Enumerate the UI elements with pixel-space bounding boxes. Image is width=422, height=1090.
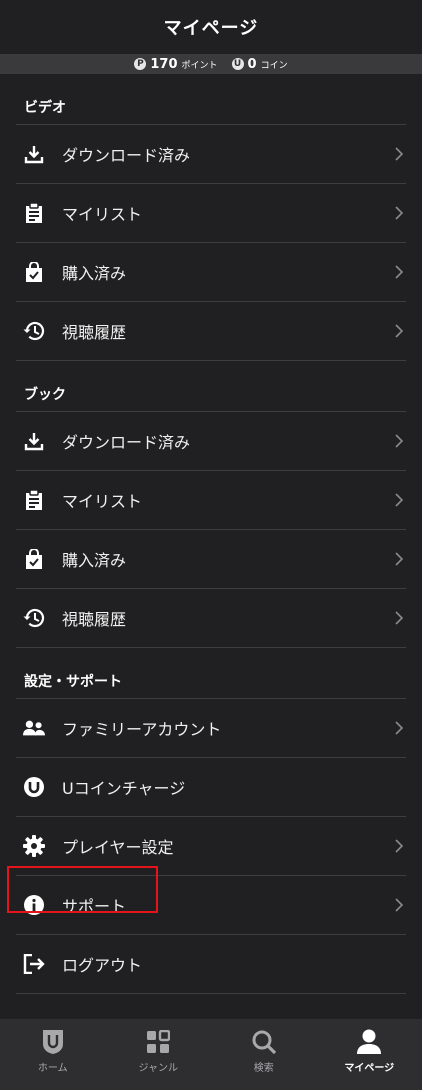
points-balance: P 170 ポイント	[134, 56, 218, 72]
row-label: 視聴履歴	[62, 610, 127, 629]
book-download-row[interactable]: ダウンロード済み	[16, 411, 406, 470]
row-label: プレイヤー設定	[62, 838, 174, 857]
logout-row[interactable]: ログアウト	[16, 934, 406, 994]
tab-label: ジャンル	[138, 1063, 179, 1074]
row-label: ファミリーアカウント	[62, 720, 222, 739]
u-coin-charge-row[interactable]: Uコインチャージ	[16, 757, 406, 816]
video-purchased-row[interactable]: 購入済み	[16, 242, 406, 301]
section-title-book: ブック	[24, 387, 66, 403]
chevron-right-icon	[395, 552, 404, 566]
coin-icon: U	[231, 58, 244, 70]
row-label: ダウンロード済み	[62, 146, 191, 165]
section-title-video: ビデオ	[24, 100, 66, 116]
row-label: 視聴履歴	[62, 323, 127, 342]
chevron-right-icon	[395, 839, 404, 853]
chevron-right-icon	[395, 493, 404, 507]
search-icon	[251, 1028, 277, 1056]
history-icon	[23, 320, 45, 342]
clipboard-icon	[23, 489, 45, 511]
row-label: ダウンロード済み	[62, 433, 191, 452]
row-label: ログアウト	[62, 956, 143, 975]
clipboard-icon	[23, 202, 45, 224]
chevron-right-icon	[395, 147, 404, 161]
support-highlight-box	[7, 866, 158, 913]
coin-unit: コイン	[260, 60, 288, 71]
row-label: マイリスト	[62, 205, 143, 224]
chevron-right-icon	[395, 898, 404, 912]
tab-mypage[interactable]: マイページ	[317, 1019, 422, 1090]
tab-label: 検索	[253, 1063, 274, 1074]
family-icon	[23, 717, 45, 739]
chevron-right-icon	[395, 434, 404, 448]
person-icon	[357, 1028, 382, 1056]
section-title-settings: 設定・サポート	[24, 674, 122, 690]
tab-label: ホーム	[37, 1063, 68, 1074]
chevron-right-icon	[395, 721, 404, 735]
chevron-right-icon	[395, 265, 404, 279]
point-unit: ポイント	[181, 60, 218, 71]
row-label: 購入済み	[62, 264, 127, 283]
chevron-right-icon	[395, 206, 404, 220]
download-icon	[23, 430, 45, 452]
home-shield-icon	[42, 1028, 64, 1056]
book-purchased-row[interactable]: 購入済み	[16, 529, 406, 588]
coin-balance: U 0 コイン	[231, 56, 288, 72]
page-title: マイページ	[0, 0, 422, 54]
tab-label: マイページ	[344, 1063, 395, 1074]
u-coin-icon	[23, 776, 45, 798]
video-download-row[interactable]: ダウンロード済み	[16, 124, 406, 183]
tab-home[interactable]: ホーム	[0, 1019, 106, 1090]
bottom-nav: ホーム ジャンル 検索 マイページ	[0, 1019, 422, 1090]
grid-icon	[146, 1028, 171, 1056]
family-account-row[interactable]: ファミリーアカウント	[16, 698, 406, 757]
book-history-row[interactable]: 視聴履歴	[16, 588, 406, 648]
download-icon	[23, 143, 45, 165]
points-bar: P 170 ポイント U 0 コイン	[0, 54, 422, 74]
chevron-right-icon	[395, 611, 404, 625]
tab-search[interactable]: 検索	[211, 1019, 317, 1090]
shopping-bag-check-icon	[23, 261, 45, 283]
shopping-bag-check-icon	[23, 548, 45, 570]
row-label: マイリスト	[62, 492, 143, 511]
row-label: 購入済み	[62, 551, 127, 570]
point-icon: P	[134, 58, 147, 70]
history-icon	[23, 607, 45, 629]
tab-genre[interactable]: ジャンル	[106, 1019, 212, 1090]
logout-icon	[23, 953, 45, 975]
coin-value: 0	[247, 56, 257, 72]
chevron-right-icon	[395, 324, 404, 338]
gear-icon	[23, 835, 45, 857]
point-value: 170	[150, 56, 178, 72]
book-mylist-row[interactable]: マイリスト	[16, 470, 406, 529]
video-history-row[interactable]: 視聴履歴	[16, 301, 406, 361]
video-mylist-row[interactable]: マイリスト	[16, 183, 406, 242]
row-label: Uコインチャージ	[62, 779, 186, 798]
